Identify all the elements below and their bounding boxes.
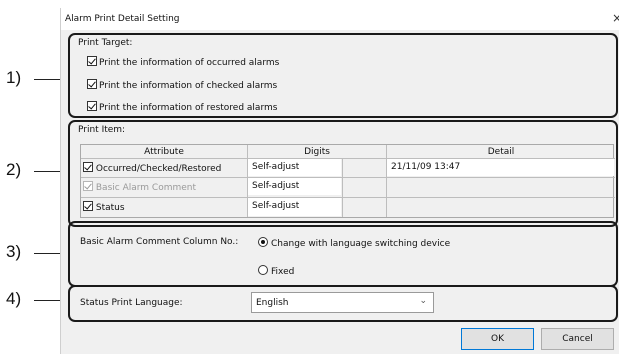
check-icon <box>83 181 93 191</box>
row-attribute: Status <box>95 203 125 213</box>
row-attribute: Basic Alarm Comment <box>95 183 196 193</box>
radio-fixed[interactable]: Fixed <box>258 265 294 277</box>
ok-button[interactable]: OK <box>461 328 534 350</box>
radio-change-with-language[interactable]: Change with language switching device <box>258 237 450 249</box>
radio-icon[interactable] <box>258 265 268 275</box>
check-icon[interactable] <box>87 79 97 89</box>
table-row[interactable]: Occurred/Checked/Restored <box>83 162 221 174</box>
checkbox-restored-label: Print the information of restored alarms <box>99 103 278 113</box>
print-item-label: Print Item: <box>78 125 126 135</box>
digits-cell[interactable]: Self-adjust <box>252 162 299 172</box>
dialog-title: Alarm Print Detail Setting <box>65 14 180 24</box>
check-icon[interactable] <box>87 56 97 66</box>
status-language-label: Status Print Language: <box>80 298 183 308</box>
row-attribute: Occurred/Checked/Restored <box>95 164 222 174</box>
status-language-group: Status Print Language: English ⌄ <box>68 285 618 322</box>
callout-1: 1) <box>6 68 22 87</box>
cancel-button[interactable]: Cancel <box>541 328 614 350</box>
column-header-attribute: Attribute <box>144 147 184 157</box>
checkbox-occurred[interactable]: Print the information of occurred alarms <box>87 56 279 68</box>
checkbox-occurred-label: Print the information of occurred alarms <box>99 58 280 68</box>
check-icon[interactable] <box>87 101 97 111</box>
check-icon[interactable] <box>83 162 93 172</box>
print-item-group: Print Item: Attribute Digits Detail Occu… <box>68 120 618 227</box>
checkbox-checked-label: Print the information of checked alarms <box>99 81 278 91</box>
callout-2: 2) <box>6 160 22 179</box>
close-icon[interactable]: × <box>612 11 619 25</box>
status-language-value: English <box>256 298 289 308</box>
checkbox-checked[interactable]: Print the information of checked alarms <box>87 79 277 91</box>
title-bar: Alarm Print Detail Setting × <box>61 8 619 30</box>
digits-cell[interactable]: Self-adjust <box>252 181 299 191</box>
table-row[interactable]: Status <box>83 201 125 213</box>
column-header-detail: Detail <box>487 147 515 157</box>
radio-icon[interactable] <box>258 237 268 247</box>
alarm-print-dialog: Alarm Print Detail Setting × Print Targe… <box>60 8 619 354</box>
callout-3: 3) <box>6 242 22 261</box>
column-header-digits: Digits <box>304 147 330 157</box>
checkbox-restored[interactable]: Print the information of restored alarms <box>87 101 277 113</box>
status-language-select[interactable]: English ⌄ <box>251 292 434 313</box>
radio-fixed-label: Fixed <box>271 267 295 277</box>
print-target-label: Print Target: <box>78 38 133 48</box>
radio-change-label: Change with language switching device <box>271 239 451 249</box>
check-icon[interactable] <box>83 201 93 211</box>
comment-column-label: Basic Alarm Comment Column No.: <box>80 237 239 247</box>
comment-column-group: Basic Alarm Comment Column No.: Change w… <box>68 221 618 287</box>
callout-4: 4) <box>6 289 22 308</box>
print-target-group: Print Target: Print the information of o… <box>68 33 618 118</box>
chevron-down-icon: ⌄ <box>419 296 427 306</box>
digits-cell[interactable]: Self-adjust <box>252 201 299 211</box>
table-row: Basic Alarm Comment <box>83 181 196 193</box>
detail-cell[interactable]: 21/11/09 13:47 <box>391 162 460 172</box>
print-item-table: Attribute Digits Detail Occurred/Checked… <box>80 144 615 218</box>
